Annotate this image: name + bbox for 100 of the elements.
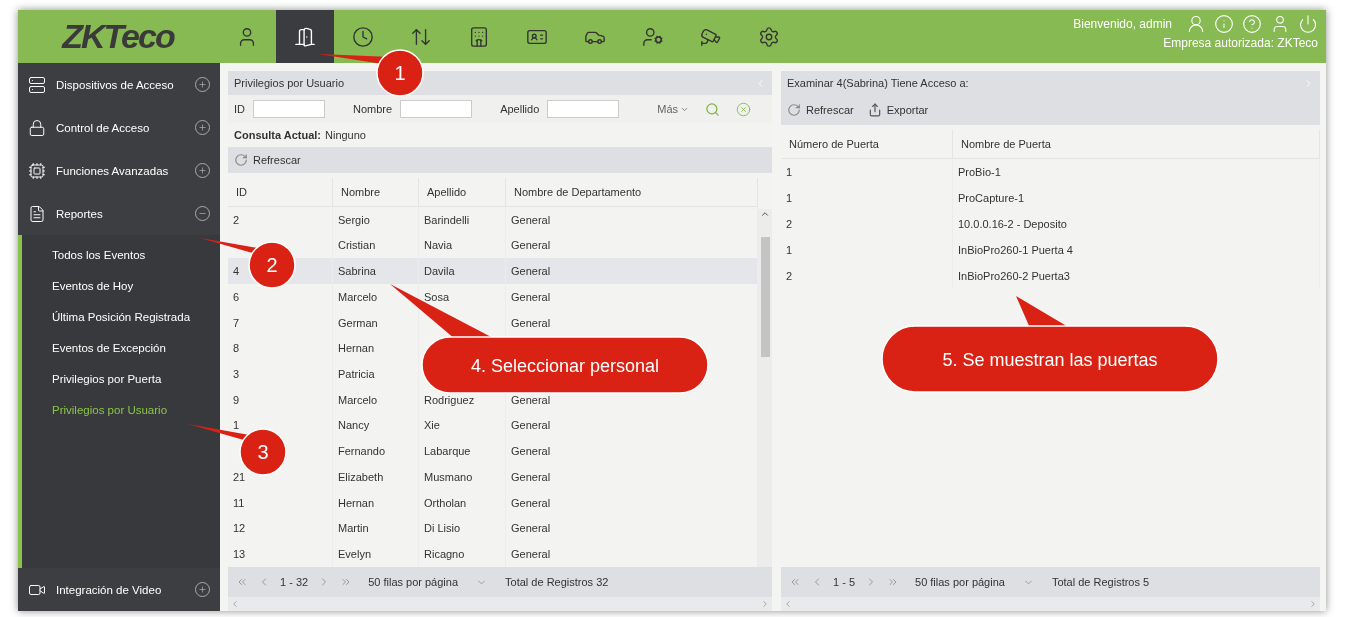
table-cell: Di Lisio — [424, 522, 461, 535]
panel-title: Privilegios por Usuario — [234, 77, 345, 89]
table-cell: 1 — [786, 192, 793, 204]
table-cell: ProBio-1 — [958, 166, 1001, 178]
table-cell: Davila — [424, 265, 455, 278]
submenu-item[interactable]: Eventos de Excepción — [52, 332, 220, 363]
record-total: Total de Registros 32 — [505, 576, 609, 588]
record-total: Total de Registros 5 — [1051, 576, 1150, 588]
filter-field[interactable] — [547, 100, 620, 118]
refresh-icon — [787, 103, 801, 117]
query-label: Consulta Actual: — [234, 129, 321, 141]
table-cell: 13 — [233, 548, 246, 561]
rows-per-page[interactable]: 50 filas por página — [915, 576, 1005, 588]
table-cell: General — [511, 470, 551, 483]
door-icon — [294, 25, 316, 48]
info-icon — [1214, 14, 1234, 34]
table-cell: Hernan — [338, 342, 375, 355]
table-cell: InBioPro260-1 Puerta 4 — [958, 244, 1073, 256]
chip-icon — [28, 161, 46, 180]
user-button[interactable] — [1186, 14, 1206, 34]
table-cell: ProCapture-1 — [958, 192, 1025, 204]
company-text: Empresa autorizada: ZKTeco — [1163, 36, 1318, 50]
table-cell: General — [511, 522, 551, 535]
table-cell: Hernan — [338, 496, 375, 509]
table-cell: Cristian — [338, 239, 376, 252]
table-cell: 11 — [233, 496, 245, 509]
table-cell: Fernando — [338, 445, 386, 458]
filter-field[interactable] — [400, 100, 473, 118]
table-cell: General — [511, 213, 551, 226]
device-icon — [28, 75, 46, 94]
scroll-right-icon[interactable] — [760, 599, 770, 609]
scroll-right-icon[interactable] — [1308, 599, 1318, 609]
table-cell: Sabrina — [338, 265, 376, 278]
table-cell: General — [511, 265, 551, 278]
document-icon — [28, 204, 46, 223]
query-value: Ninguno — [325, 129, 366, 141]
power-icon — [1298, 14, 1318, 34]
table-cell: 8 — [233, 342, 240, 355]
help-icon — [1242, 14, 1262, 34]
clear-icon[interactable] — [736, 101, 752, 117]
clock-icon — [352, 25, 374, 48]
column-header[interactable]: Apellido — [419, 178, 506, 206]
column-header[interactable]: Nombre — [333, 178, 419, 206]
lock-icon — [28, 118, 46, 137]
submenu-item[interactable]: Privilegios por Puerta — [52, 363, 220, 394]
table-cell: 10.0.0.16-2 - Deposito — [958, 218, 1067, 230]
first-page-icon[interactable] — [236, 576, 248, 588]
settings-icon — [758, 25, 780, 48]
table-cell: General — [511, 445, 551, 458]
column-header[interactable]: Nombre de Departamento — [506, 178, 758, 206]
table-cell: General — [511, 290, 551, 303]
info-button[interactable] — [1214, 14, 1234, 34]
more-button[interactable]: Más — [657, 103, 690, 115]
submenu-item[interactable]: Eventos de Hoy — [52, 270, 220, 301]
table-cell: General — [511, 239, 551, 252]
table-cell: 1 — [233, 419, 240, 432]
table-cell: InBioPro260-2 Puerta3 — [958, 270, 1070, 282]
table-cell: 1 — [786, 166, 793, 178]
submenu-item[interactable]: Privilegios por Usuario — [52, 394, 220, 425]
scroll-thumb[interactable] — [760, 237, 770, 357]
search-icon[interactable] — [705, 101, 721, 117]
last-page-icon[interactable] — [887, 576, 899, 588]
first-page-icon[interactable] — [789, 576, 801, 588]
table-cell: General — [511, 496, 551, 509]
page-range: 1 - 32 — [280, 576, 309, 588]
user-icon — [1186, 14, 1206, 34]
export-button[interactable]: Exportar — [867, 103, 929, 117]
help-button[interactable] — [1242, 14, 1262, 34]
welcome-text: Bienvenido, admin — [1073, 17, 1172, 31]
table-cell: General — [511, 548, 551, 561]
page-range: 1 - 5 — [833, 576, 855, 588]
refresh-button[interactable]: Refrescar — [234, 153, 301, 167]
table-cell: Evelyn — [338, 548, 372, 561]
filter-label: Nombre — [353, 103, 393, 115]
submenu-item[interactable]: Todos los Eventos — [52, 239, 220, 270]
scroll-left-icon[interactable] — [230, 599, 240, 609]
export-icon — [867, 103, 882, 117]
table-cell: 6 — [233, 290, 240, 303]
submenu-item[interactable]: Última Posición Registrada — [52, 301, 220, 332]
table-cell: 9 — [233, 393, 240, 406]
table-cell: 2 — [786, 270, 793, 282]
filter-label: ID — [234, 103, 245, 115]
table-cell: Nancy — [338, 419, 370, 432]
building-icon — [468, 25, 490, 48]
scroll-up-icon[interactable] — [760, 209, 770, 219]
table-cell: General — [511, 393, 551, 406]
column-header[interactable]: ID — [228, 178, 333, 206]
nav-tab[interactable] — [276, 10, 334, 63]
scroll-left-icon[interactable] — [783, 599, 793, 609]
table-cell: General — [511, 316, 551, 329]
refresh-button[interactable]: Refrescar — [787, 103, 854, 117]
column-header[interactable]: Número de Puerta — [781, 130, 953, 158]
filter-field[interactable] — [253, 100, 325, 118]
table-cell: Ricagno — [424, 548, 465, 561]
power-button[interactable] — [1298, 14, 1318, 34]
rows-per-page[interactable]: 50 filas por página — [368, 576, 459, 588]
table-cell: Xie — [424, 419, 440, 432]
column-header[interactable]: Nombre de Puerta — [953, 130, 1320, 158]
table-cell: 2 — [786, 218, 793, 230]
table-cell: General — [511, 419, 551, 432]
